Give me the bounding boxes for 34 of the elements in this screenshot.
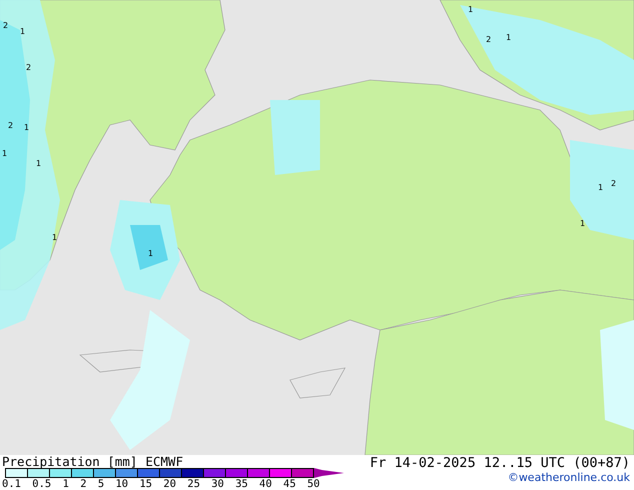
legend-title: Precipitation [mm] [2, 455, 138, 468]
precipitation-value: 2 [611, 179, 616, 188]
scale-label: 5 [98, 478, 104, 490]
scale-label: 2 [80, 478, 87, 490]
scale-label: 0.1 [2, 478, 21, 490]
precipitation-value: 1 [468, 5, 474, 14]
precipitation-value: 1 [580, 219, 586, 228]
scale-label: 10 [115, 478, 128, 490]
scale-label: 15 [139, 478, 152, 490]
precipitation-value: 2 [486, 35, 492, 44]
precipitation-value: 1 [20, 27, 26, 36]
credit-text: ©weatheronline.co.uk [508, 471, 630, 485]
model-name: ECMWF [145, 455, 184, 468]
scale-label: 35 [235, 478, 248, 490]
precipitation-value: 1 [148, 249, 154, 258]
scale-arrow-icon [314, 468, 344, 478]
precipitation-value: 1 [2, 149, 8, 158]
precipitation-value: 1 [36, 159, 42, 168]
scale-label: 20 [163, 478, 176, 490]
precipitation-value: 2 [26, 63, 32, 72]
precipitation-value: 1 [24, 123, 30, 132]
precipitation-value: 1 [506, 33, 512, 42]
scale-label: 25 [187, 478, 200, 490]
valid-time: Fr 14-02-2025 12..15 UTC (00+87) [370, 455, 630, 471]
scale-label: 40 [259, 478, 272, 490]
scale-label: 50 [307, 478, 320, 490]
scale-label: 1 [62, 478, 69, 490]
precipitation-value: 1 [52, 233, 58, 242]
scale-label: 30 [211, 478, 224, 490]
precipitation-value: 2 [3, 21, 8, 30]
precipitation-value: 1 [598, 183, 604, 192]
scale-label: 0.5 [32, 478, 52, 490]
scale-label: 45 [283, 478, 296, 490]
precipitation-value: 2 [8, 121, 14, 130]
